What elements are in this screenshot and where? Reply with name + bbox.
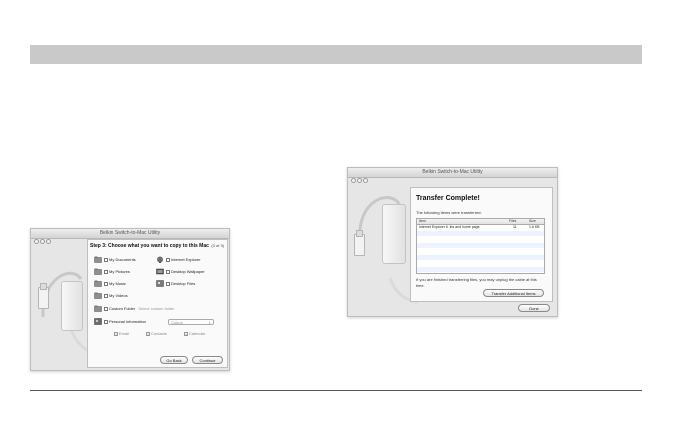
option-label: Internet Explorer: [171, 257, 201, 262]
option-desktop-files[interactable]: Desktop Files: [156, 279, 195, 288]
option-my-videos[interactable]: My Videos: [94, 291, 128, 300]
internet-explorer-icon: [156, 256, 164, 264]
page-header-bar: [30, 45, 642, 64]
option-label: Custom Folder: [109, 306, 136, 311]
step3-window: Belkin Switch-to-Mac Utility Step 3: Cho…: [30, 228, 230, 371]
empty-row: [417, 237, 544, 242]
videos-folder-icon: [94, 292, 102, 300]
usb-plug-icon: [38, 283, 49, 309]
transfer-complete-window: Belkin Switch-to-Mac Utility Transfer Co…: [347, 167, 558, 317]
music-folder-icon: [94, 280, 102, 288]
chevron-updown-icon: ⇕: [208, 321, 211, 325]
column-header-item[interactable]: Item: [419, 219, 426, 224]
empty-row: [417, 243, 544, 248]
option-my-documents[interactable]: My Documents: [94, 255, 136, 264]
option-label: Desktop Wallpaper: [171, 269, 205, 274]
empty-row: [417, 267, 544, 272]
personal-item-label: Calendar: [189, 331, 206, 336]
window-title: Belkin Switch-to-Mac Utility: [422, 169, 483, 175]
empty-row: [417, 249, 544, 254]
usb-plug-icon: [354, 230, 365, 256]
checkbox[interactable]: [166, 257, 170, 262]
window-title: Belkin Switch-to-Mac Utility: [99, 230, 161, 236]
option-label: Desktop Files: [171, 281, 196, 286]
table-row[interactable]: Internet Explorer 6 .ibs and home page 1…: [417, 225, 544, 230]
cell-files: 11: [513, 225, 517, 229]
done-button[interactable]: Done: [518, 304, 550, 312]
option-my-music[interactable]: My Music: [94, 279, 126, 288]
checkbox[interactable]: [104, 306, 108, 311]
go-back-button[interactable]: Go Back: [160, 356, 188, 364]
empty-row: [417, 255, 544, 260]
personal-item-label: Contacts: [151, 331, 167, 336]
cell-item: Internet Explorer 6 .ibs and home page: [419, 225, 480, 229]
step3-panel: Step 3: Choose what you want to copy to …: [87, 239, 228, 368]
transfer-subtitle: The following items were transferred:: [416, 210, 482, 215]
checkbox-checked[interactable]: ✓: [184, 331, 188, 337]
footer-rule: [30, 390, 642, 391]
personal-item-email[interactable]: ✓Email: [114, 331, 130, 337]
pictures-folder-icon: [94, 268, 102, 276]
transfer-panel: Transfer Complete! The following items w…: [410, 187, 553, 302]
option-my-pictures[interactable]: My Pictures: [94, 267, 130, 276]
step-heading: Step 3: Choose what you want to copy to …: [90, 243, 209, 249]
address-book-icon: [94, 318, 102, 326]
titlebar[interactable]: Belkin Switch-to-Mac Utility: [348, 168, 557, 183]
option-personal-information[interactable]: Personal Information: [94, 317, 146, 326]
personal-info-source-popup[interactable]: Outlook ⇕: [168, 319, 214, 325]
option-label: Personal Information: [109, 319, 146, 324]
checkbox[interactable]: [104, 293, 108, 298]
empty-row: [417, 261, 544, 266]
transfer-heading: Transfer Complete!: [416, 195, 480, 202]
cell-size: 1.6 KB: [529, 225, 540, 229]
checkbox[interactable]: [104, 257, 108, 262]
option-custom-folder[interactable]: Custom Folder Select custom folder: [94, 304, 175, 313]
personal-item-label: Email: [119, 331, 130, 336]
empty-row: [417, 231, 544, 236]
transfer-additional-items-button[interactable]: Transfer Additional Items: [483, 289, 544, 297]
unplug-message: If you are finished transferring files, …: [416, 277, 537, 288]
documents-folder-icon: [94, 256, 102, 264]
personal-item-contacts[interactable]: ✓Contacts: [146, 331, 167, 337]
checkbox[interactable]: [104, 281, 108, 286]
column-header-files[interactable]: Files: [509, 219, 516, 224]
custom-folder-placeholder[interactable]: Select custom folder: [138, 306, 174, 311]
continue-button[interactable]: Continue: [192, 356, 223, 364]
option-label: My Videos: [109, 293, 128, 298]
titlebar[interactable]: Belkin Switch-to-Mac Utility: [31, 229, 229, 244]
personal-item-calendar[interactable]: ✓Calendar: [184, 331, 206, 337]
option-label: My Pictures: [109, 269, 130, 274]
desktop-files-icon: [156, 280, 164, 288]
checkbox[interactable]: [104, 269, 108, 274]
custom-folder-icon: [94, 305, 102, 313]
option-label: My Documents: [109, 257, 136, 262]
option-label: My Music: [109, 281, 126, 286]
transferred-items-table[interactable]: Item Files Size Internet Explorer 6 .ibs…: [416, 218, 545, 274]
popup-value: Outlook: [171, 321, 184, 325]
column-header-size[interactable]: Size: [529, 219, 536, 224]
cable-illustration: [348, 178, 445, 314]
transfer-device-icon: [382, 204, 406, 264]
page-indicator: (3 of 3): [211, 243, 224, 248]
checkbox-checked[interactable]: ✓: [146, 331, 150, 337]
checkbox-checked[interactable]: ✓: [114, 331, 118, 337]
checkbox[interactable]: [166, 269, 170, 274]
option-internet-explorer[interactable]: Internet Explorer: [156, 255, 201, 264]
transfer-device-icon: [61, 281, 83, 331]
checkbox[interactable]: [104, 319, 108, 324]
wallpaper-icon: [156, 268, 164, 275]
checkbox[interactable]: [166, 281, 170, 286]
option-desktop-wallpaper[interactable]: Desktop Wallpaper: [156, 267, 205, 276]
